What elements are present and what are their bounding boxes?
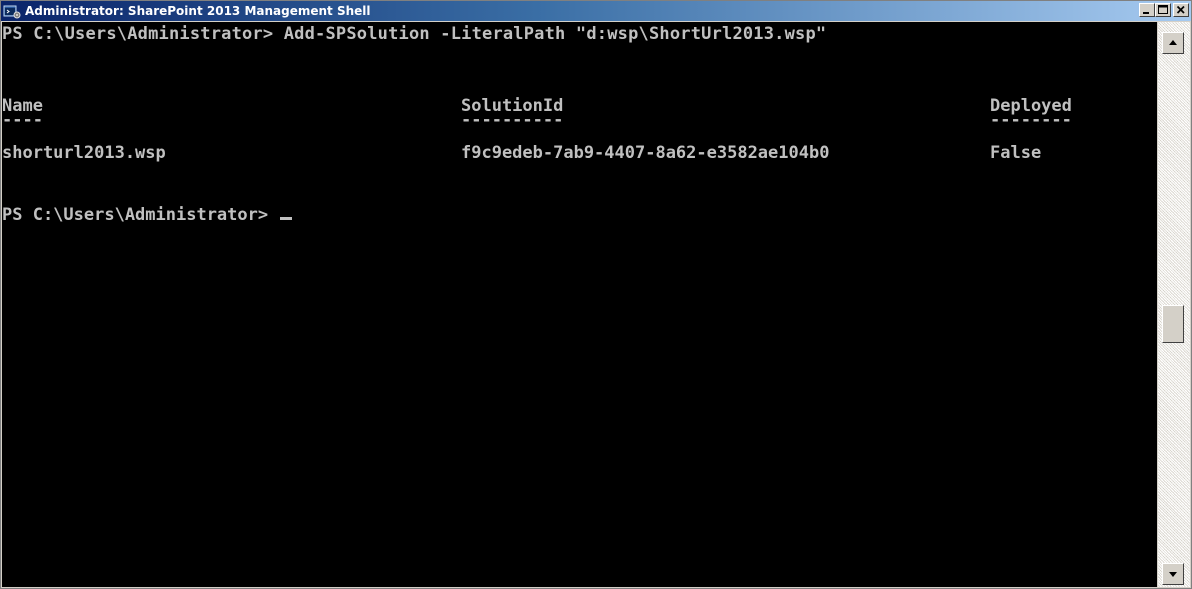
prompt-text: PS C:\Users\Administrator> (2, 205, 279, 225)
console-window: Administrator: SharePoint 2013 Managemen… (0, 0, 1192, 589)
window-controls (1139, 3, 1189, 17)
table-cell-solutionid: f9c9edeb-7ab9-4407-8a62-e3582ae104b0 (461, 143, 830, 163)
column-underline-solutionid: ---------- (461, 110, 564, 130)
maximize-button[interactable] (1155, 3, 1171, 17)
table-cell-name: shorturl2013.wsp (2, 143, 166, 163)
prompt-line: PS C:\Users\Administrator> (2, 205, 293, 225)
console-output[interactable]: PS C:\Users\Administrator> Add-SPSolutio… (2, 22, 1157, 587)
vertical-scrollbar[interactable] (1158, 22, 1190, 587)
arrow-down-icon (1169, 572, 1177, 577)
close-icon (1176, 5, 1185, 14)
column-underline-name: ---- (2, 110, 43, 130)
scrollbar-thumb[interactable] (1162, 305, 1184, 343)
text-cursor (280, 217, 293, 220)
title-bar[interactable]: Administrator: SharePoint 2013 Managemen… (1, 1, 1191, 21)
scroll-down-button[interactable] (1162, 563, 1184, 585)
close-button[interactable] (1173, 3, 1189, 17)
maximize-icon (1158, 5, 1168, 14)
table-cell-deployed: False (990, 143, 1042, 163)
powershell-app-icon (3, 3, 21, 19)
command-line: PS C:\Users\Administrator> Add-SPSolutio… (2, 24, 827, 44)
window-title: Administrator: SharePoint 2013 Managemen… (25, 4, 371, 18)
arrow-up-icon (1169, 40, 1177, 45)
scroll-up-button[interactable] (1162, 32, 1184, 54)
minimize-icon (1143, 12, 1149, 14)
minimize-button[interactable] (1139, 3, 1155, 17)
column-underline-deployed: -------- (990, 110, 1072, 130)
